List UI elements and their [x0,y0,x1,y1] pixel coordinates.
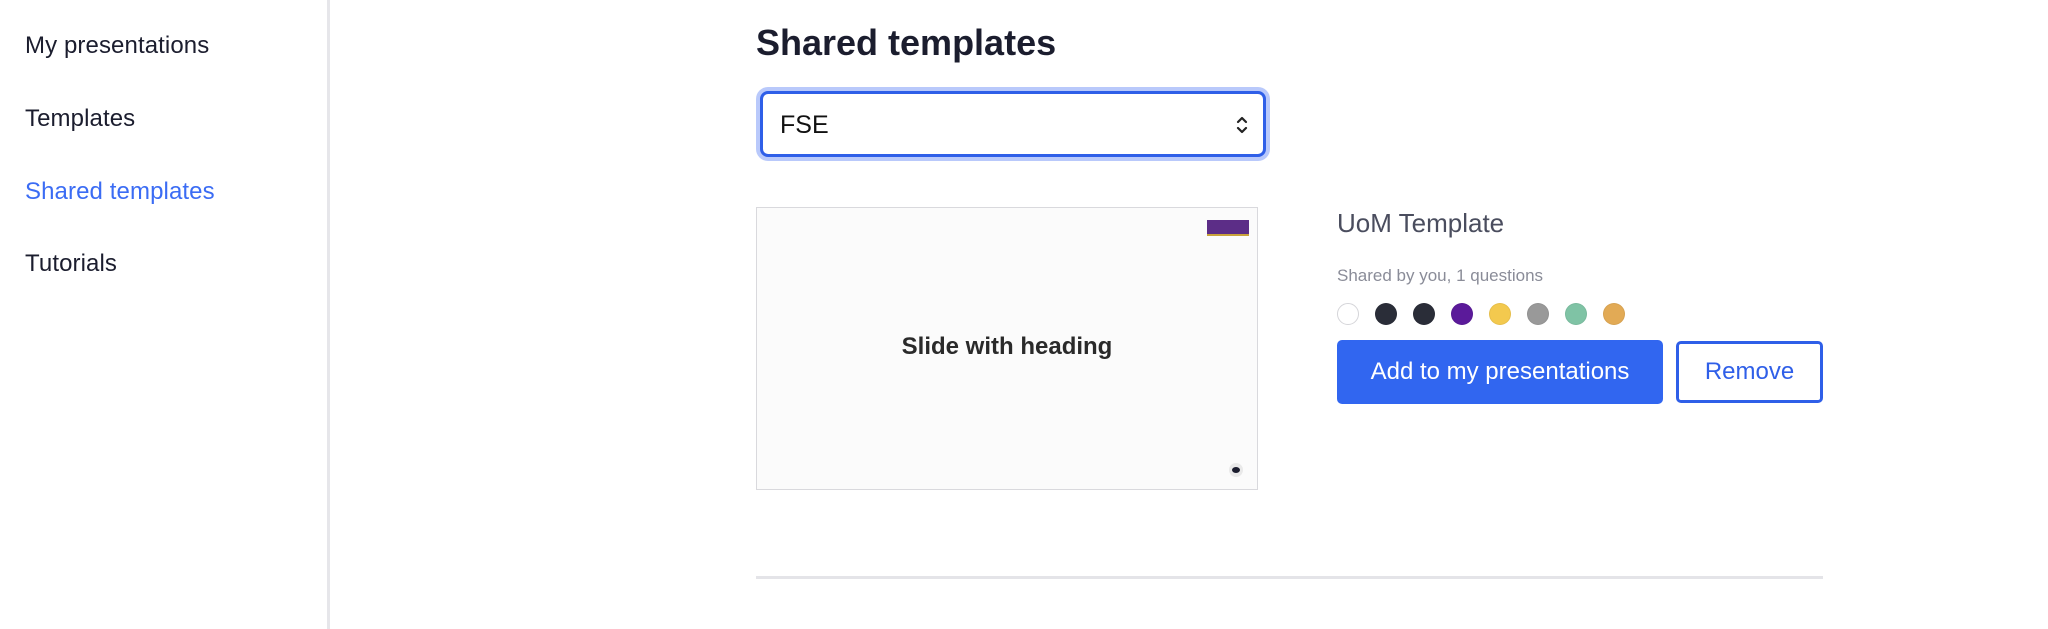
select-value: FSE [780,111,829,139]
sidebar-item-templates[interactable]: Templates [25,105,135,133]
heart-icon [1229,463,1243,477]
color-swatch [1413,303,1435,325]
group-select[interactable]: FSE [760,91,1266,157]
up-down-chevron-icon [1236,116,1248,134]
sidebar-item-shared-templates[interactable]: Shared templates [25,178,215,206]
color-swatch [1527,303,1549,325]
add-to-my-presentations-button[interactable]: Add to my presentations [1337,340,1663,404]
sidebar-item-my-presentations[interactable]: My presentations [25,32,209,60]
sidebar-item-tutorials[interactable]: Tutorials [25,250,117,278]
color-swatch [1489,303,1511,325]
template-meta: Shared by you, 1 questions [1337,266,1544,285]
color-swatch [1337,303,1359,325]
logo-thumbnail [1207,220,1249,236]
template-thumbnail[interactable]: Slide with heading [756,207,1258,490]
color-swatch [1603,303,1625,325]
page-title: Shared templates [756,22,1057,63]
remove-button[interactable]: Remove [1676,341,1823,403]
color-swatch [1451,303,1473,325]
sidebar: My presentations Templates Shared templa… [0,0,330,629]
color-swatch [1375,303,1397,325]
thumbnail-heading: Slide with heading [901,333,1113,360]
divider [756,576,1823,579]
template-name: UoM Template [1337,208,1505,238]
color-swatch [1565,303,1587,325]
